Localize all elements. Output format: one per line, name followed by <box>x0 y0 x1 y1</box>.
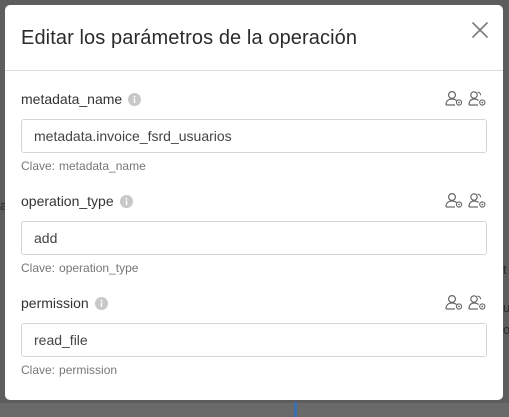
modal-header: Editar los parámetros de la operación <box>5 5 503 71</box>
row-actions <box>445 90 487 107</box>
group-settings-icon[interactable] <box>468 90 487 107</box>
group-settings-icon[interactable] <box>468 294 487 311</box>
background-fragment: o <box>503 322 509 337</box>
info-icon[interactable] <box>128 92 142 106</box>
row-actions <box>445 192 487 209</box>
field-key-hint: Clave: metadata_name <box>21 159 487 175</box>
user-settings-icon[interactable] <box>445 90 464 107</box>
key-prefix: Clave: <box>21 363 56 377</box>
user-settings-icon[interactable] <box>445 294 464 311</box>
field-label: operation_type <box>21 193 114 209</box>
key-value: metadata_name <box>59 159 146 173</box>
background-fragment: t <box>503 262 507 277</box>
key-prefix: Clave: <box>21 261 56 275</box>
group-settings-icon[interactable] <box>468 192 487 209</box>
field-key-hint: Clave: permission <box>21 363 487 379</box>
key-value: operation_type <box>59 261 139 275</box>
permission-input[interactable] <box>21 323 487 357</box>
close-button[interactable] <box>471 21 489 39</box>
background-accent-line <box>294 402 297 417</box>
key-prefix: Clave: <box>21 159 56 173</box>
field-label-row: permission <box>21 293 487 313</box>
info-icon[interactable] <box>119 194 133 208</box>
field-operation-type: operation_type Clave:operation_type <box>21 191 487 277</box>
background-page-bottom <box>0 403 509 417</box>
key-value: permission <box>59 363 118 377</box>
edit-operation-params-modal: Editar los parámetros de la operación me… <box>5 5 503 400</box>
field-permission: permission Clave:permission <box>21 293 487 379</box>
operation-type-input[interactable] <box>21 221 487 255</box>
user-settings-icon[interactable] <box>445 192 464 209</box>
close-icon <box>472 22 488 38</box>
row-actions <box>445 294 487 311</box>
modal-title: Editar los parámetros de la operación <box>21 27 358 49</box>
background-fragment: u <box>503 300 509 315</box>
metadata-name-input[interactable] <box>21 119 487 153</box>
field-metadata-name: metadata_name Clave:metadata_name <box>21 89 487 175</box>
field-label: metadata_name <box>21 91 123 107</box>
field-label-row: operation_type <box>21 191 487 211</box>
field-key-hint: Clave: operation_type <box>21 261 487 277</box>
field-label: permission <box>21 295 89 311</box>
field-label-row: metadata_name <box>21 89 487 109</box>
info-icon[interactable] <box>94 296 108 310</box>
